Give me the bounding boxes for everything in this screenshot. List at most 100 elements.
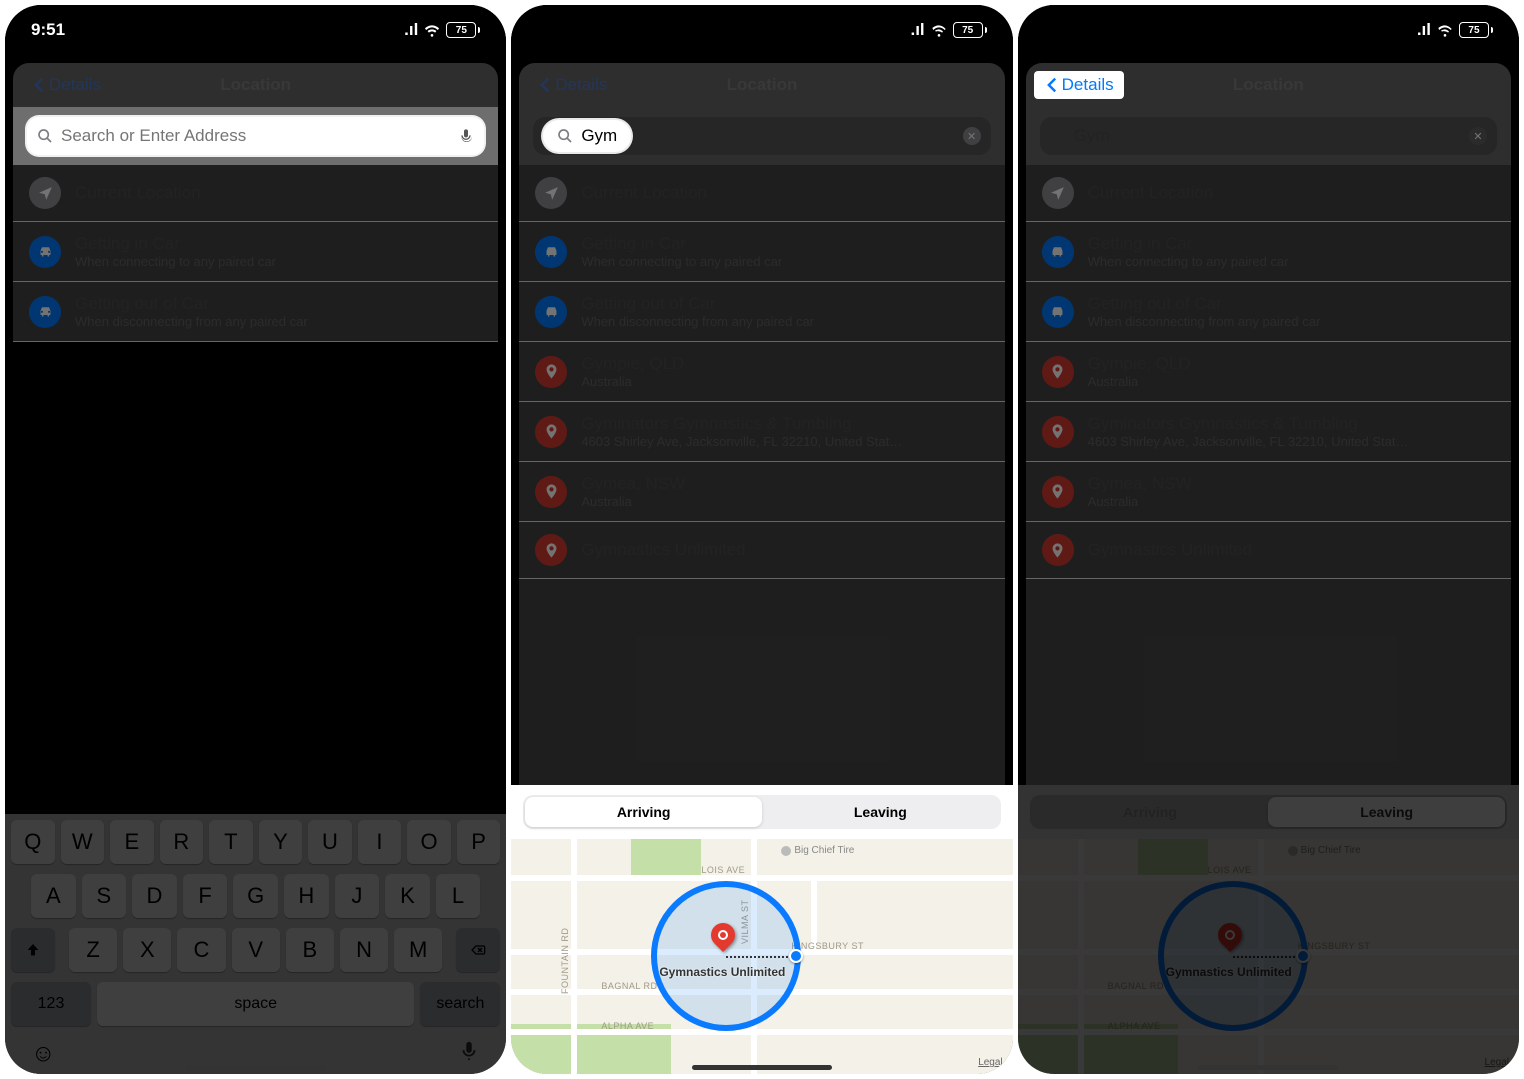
battery-indicator: 75 <box>953 22 987 38</box>
map-view[interactable]: LOIS AVE KINGSBURY ST BAGNAL RD ALPHA AV… <box>1018 839 1519 1074</box>
clear-search-button[interactable]: ✕ <box>1469 127 1487 145</box>
pin-icon <box>535 416 567 448</box>
status-bar: .ıl 75 <box>511 5 1012 55</box>
search-result-row[interactable]: Gympie, QLDAustralia <box>1026 342 1511 402</box>
key-space[interactable]: space <box>97 982 414 1026</box>
key-w[interactable]: W <box>61 820 105 864</box>
key-j[interactable]: J <box>335 874 380 918</box>
search-icon <box>1050 128 1066 144</box>
segment-leaving[interactable]: Leaving <box>1268 797 1505 827</box>
segment-arriving[interactable]: Arriving <box>1032 797 1269 827</box>
row-getting-out-car[interactable]: Getting out of CarWhen disconnecting fro… <box>519 282 1004 342</box>
key-x[interactable]: X <box>123 928 171 972</box>
row-current-location[interactable]: Current Location <box>13 165 498 222</box>
search-input[interactable] <box>61 126 450 146</box>
search-result-row[interactable]: Gymea, NSWAustralia <box>519 462 1004 522</box>
home-indicator[interactable] <box>1198 1065 1338 1070</box>
key-c[interactable]: C <box>177 928 225 972</box>
map-panel: Arriving Leaving LOIS AVE KINGSBURY ST B… <box>1018 785 1519 1074</box>
search-result-row[interactable]: Gymea, NSWAustralia <box>1026 462 1511 522</box>
key-o[interactable]: O <box>407 820 451 864</box>
map-view[interactable]: LOIS AVE KINGSBURY ST BAGNAL RD ALPHA AV… <box>511 839 1012 1074</box>
row-getting-out-car[interactable]: Getting out of CarWhen disconnecting fro… <box>1026 282 1511 342</box>
search-result-row[interactable]: Gyminators Gymnastics & Tumbling4603 Shi… <box>1026 402 1511 462</box>
key-m[interactable]: M <box>394 928 442 972</box>
key-i[interactable]: I <box>358 820 402 864</box>
key-g[interactable]: G <box>233 874 278 918</box>
search-query: Gym <box>1074 126 1110 146</box>
key-l[interactable]: L <box>436 874 481 918</box>
search-result-row[interactable]: Gympie, QLDAustralia <box>519 342 1004 402</box>
radius-handle[interactable] <box>789 949 803 963</box>
key-search[interactable]: search <box>420 982 500 1026</box>
row-getting-out-car[interactable]: Getting out of CarWhen disconnecting fro… <box>13 282 498 342</box>
key-r[interactable]: R <box>160 820 204 864</box>
search-result-row[interactable]: Gymnastics Unlimited <box>1026 522 1511 579</box>
key-h[interactable]: H <box>284 874 329 918</box>
status-right: .ıl 75 <box>910 20 986 40</box>
map-place-label: Gymnastics Unlimited <box>659 965 785 979</box>
car-icon <box>535 296 567 328</box>
location-arrow-icon <box>1042 177 1074 209</box>
key-s[interactable]: S <box>82 874 127 918</box>
back-button[interactable]: Details <box>527 71 617 99</box>
mic-icon[interactable] <box>458 128 474 144</box>
pin-icon <box>1042 416 1074 448</box>
key-123[interactable]: 123 <box>11 982 91 1026</box>
screen: Details Location Gym ✕ Current Location … <box>1018 55 1519 1074</box>
key-v[interactable]: V <box>232 928 280 972</box>
key-p[interactable]: P <box>457 820 501 864</box>
keyboard[interactable]: QWERTYUIOP ASDFGHJKL ZXCVBNM 123 space s… <box>5 814 506 1074</box>
key-e[interactable]: E <box>110 820 154 864</box>
key-t[interactable]: T <box>209 820 253 864</box>
row-current-location[interactable]: Current Location <box>519 165 1004 222</box>
search-query: Gym <box>581 126 617 146</box>
chevron-left-icon <box>537 77 553 93</box>
battery-indicator: 75 <box>1459 22 1493 38</box>
map-pin-icon <box>711 923 735 947</box>
row-getting-in-car[interactable]: Getting in CarWhen connecting to any pai… <box>1026 222 1511 282</box>
segment-leaving[interactable]: Leaving <box>762 797 999 827</box>
emoji-key[interactable]: ☺ <box>31 1040 56 1068</box>
shift-key[interactable] <box>11 928 55 972</box>
key-b[interactable]: B <box>286 928 334 972</box>
search-result-row[interactable]: Gymnastics Unlimited <box>519 522 1004 579</box>
key-a[interactable]: A <box>31 874 76 918</box>
navbar: Details Location <box>1026 63 1511 107</box>
search-field[interactable]: Gym ✕ <box>1040 117 1497 155</box>
chevron-left-icon <box>31 77 47 93</box>
row-current-location[interactable]: Current Location <box>1026 165 1511 222</box>
row-getting-in-car[interactable]: Getting in CarWhen connecting to any pai… <box>519 222 1004 282</box>
dictation-icon[interactable] <box>458 1040 480 1062</box>
map-legal-link[interactable]: Legal <box>1485 1057 1509 1068</box>
key-d[interactable]: D <box>132 874 177 918</box>
backspace-key[interactable] <box>456 928 500 972</box>
status-right: .ıl 75 <box>404 20 480 40</box>
home-indicator[interactable] <box>692 1065 832 1070</box>
segment-arriving[interactable]: Arriving <box>525 797 762 827</box>
search-wrap: Gym ✕ <box>1026 107 1511 165</box>
back-button[interactable]: Details <box>21 71 111 99</box>
search-field[interactable] <box>27 117 484 155</box>
home-indicator[interactable] <box>186 1065 326 1070</box>
key-f[interactable]: F <box>183 874 228 918</box>
map-legal-link[interactable]: Legal <box>978 1057 1002 1068</box>
key-n[interactable]: N <box>340 928 388 972</box>
wifi-icon <box>1437 22 1453 38</box>
radius-handle[interactable] <box>1296 949 1310 963</box>
map-poi: Big Chief Tire <box>1288 845 1361 856</box>
key-y[interactable]: Y <box>259 820 303 864</box>
clear-search-button[interactable]: ✕ <box>963 127 981 145</box>
back-button[interactable]: Details <box>1034 71 1124 99</box>
back-label: Details <box>49 75 101 95</box>
row-getting-in-car[interactable]: Getting in CarWhen connecting to any pai… <box>13 222 498 282</box>
key-u[interactable]: U <box>308 820 352 864</box>
key-z[interactable]: Z <box>69 928 117 972</box>
segment-control: Arriving Leaving <box>1018 785 1519 839</box>
search-result-row[interactable]: Gyminators Gymnastics & Tumbling4603 Shi… <box>519 402 1004 462</box>
key-q[interactable]: Q <box>11 820 55 864</box>
geofence-circle[interactable] <box>1158 881 1308 1031</box>
key-k[interactable]: K <box>385 874 430 918</box>
chevron-left-icon <box>1044 77 1060 93</box>
search-field[interactable]: Gym ✕ <box>533 117 990 155</box>
